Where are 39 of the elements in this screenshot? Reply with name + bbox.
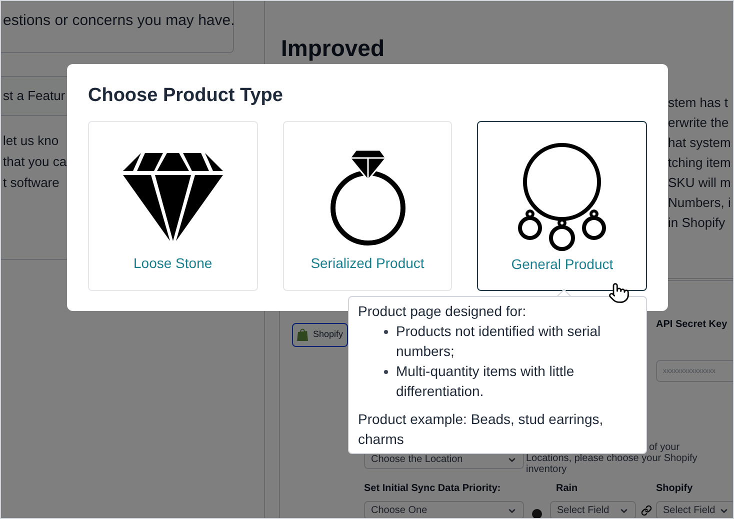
help-text-line: Locations, please choose your Shopify xyxy=(526,453,698,464)
tooltip-example: Product example: Beads, stud earrings, charms xyxy=(358,410,604,449)
link-icon xyxy=(640,505,652,516)
help-text-line: inventory xyxy=(526,464,568,475)
panel-text-line: t software xyxy=(3,174,60,192)
panel-text-line: let us kno xyxy=(3,132,60,150)
section-text-line: stem has t xyxy=(668,94,729,112)
section-text-line: in Shopify xyxy=(668,214,726,232)
product-type-card[interactable]: Loose Stone xyxy=(88,121,258,291)
field-label: API Secret Key xyxy=(656,318,728,332)
select-field[interactable]: Choose One xyxy=(364,501,524,518)
modal-title: Choose Product Type xyxy=(88,84,284,108)
card-text: estions or concerns you may have. xyxy=(3,12,235,29)
diamond-icon xyxy=(122,152,223,242)
tooltip-bullet-text: Multi-quantity items with little differentiation. xyxy=(396,362,576,401)
ring-icon xyxy=(328,150,408,246)
shopify-tab[interactable]: Shopify xyxy=(292,323,348,347)
tooltip-heading: Product page designed for: xyxy=(358,302,528,321)
field-label: Shopify xyxy=(656,482,694,496)
panel-header-text: st a Featur xyxy=(3,87,66,106)
panel-text-line: that you ca xyxy=(3,153,68,171)
product-type-card[interactable]: Serialized Product xyxy=(282,121,452,291)
select-field[interactable]: Select Field xyxy=(550,501,636,518)
section-text-line: erwrite the xyxy=(668,114,730,132)
product-type-card[interactable]: General Product xyxy=(477,121,648,291)
shopping-bag-icon xyxy=(297,328,309,342)
field-label: Set Initial Sync Data Priority: xyxy=(364,482,502,496)
tooltip-bullet-text: Products not identified with serial numbers; xyxy=(396,322,602,361)
section-text-line: SKU will m xyxy=(668,174,732,192)
section-text-line: hat system xyxy=(668,134,732,152)
bullet-icon xyxy=(384,330,388,334)
field-label: Rain xyxy=(555,482,579,496)
select-field[interactable]: Select Field xyxy=(656,501,733,518)
section-text-line: Numbers, i xyxy=(668,194,732,212)
bullet-icon xyxy=(384,370,388,374)
section-heading: Improved xyxy=(281,35,385,61)
necklace-icon xyxy=(516,142,608,254)
section-text-line: tching item xyxy=(668,154,732,172)
help-text-line: of your xyxy=(649,442,680,453)
